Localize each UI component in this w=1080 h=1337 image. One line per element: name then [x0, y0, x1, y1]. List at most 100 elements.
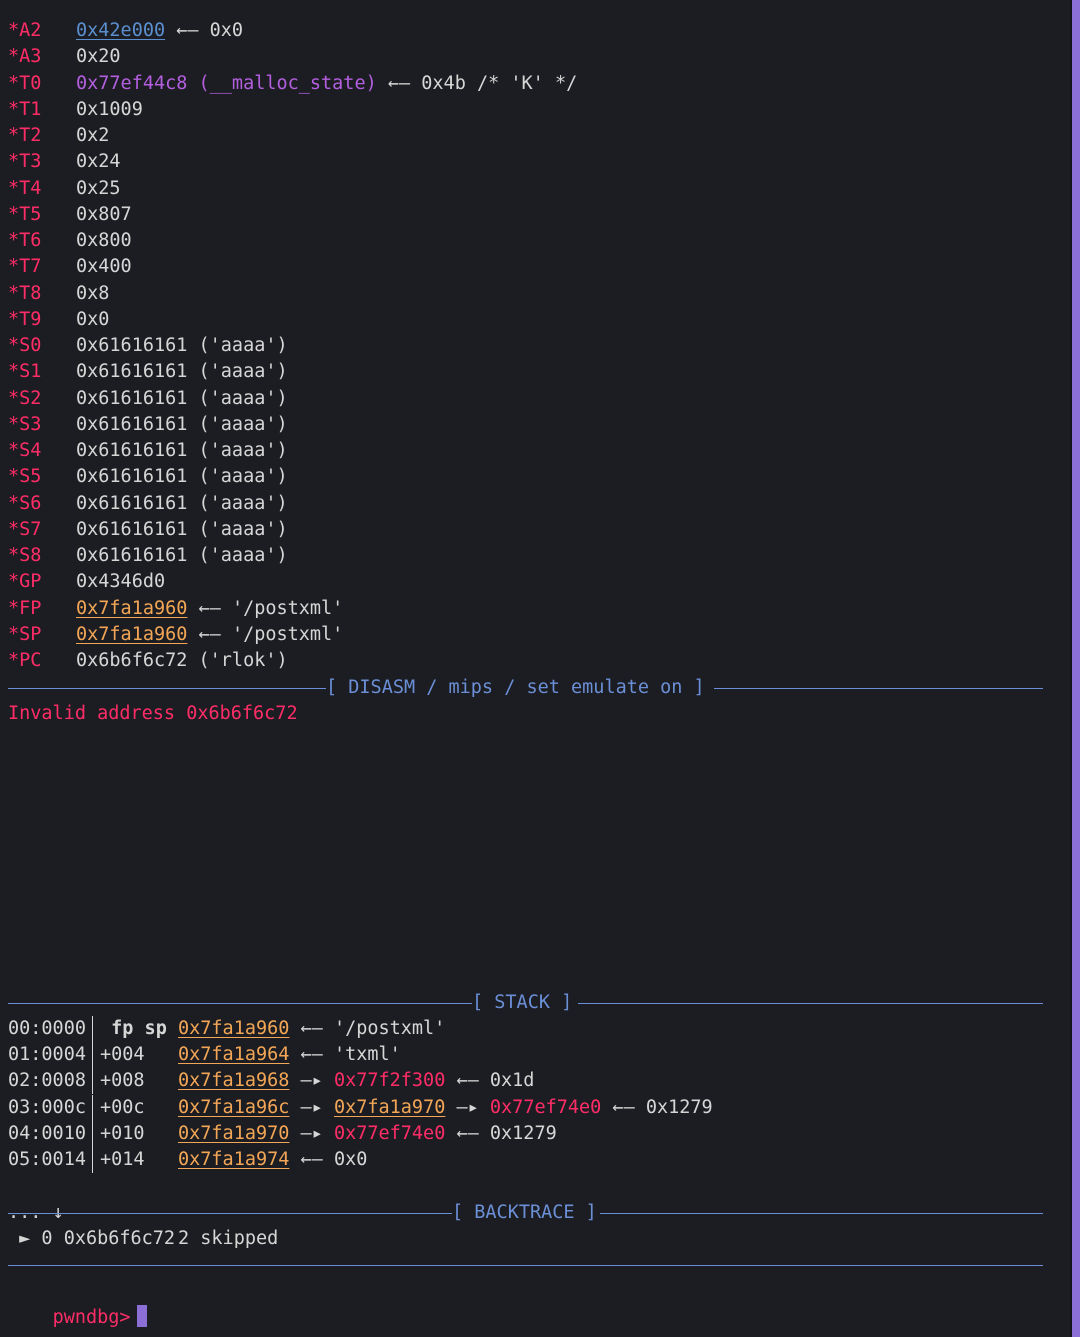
register-value: 0x2 [76, 125, 110, 146]
disasm-header: [ DISASM / mips / set emulate on ] [8, 675, 1043, 701]
register-value-line: 0x0 [76, 307, 109, 333]
register-value-line: 0x42e000 ←— 0x0 [76, 18, 243, 44]
register-value: 0x400 [76, 256, 132, 278]
register-value: 0x20 [76, 46, 121, 68]
register-name: *S7 [8, 518, 42, 540]
register-name: *PC [8, 650, 42, 671]
stack-deref-text: ←— '/postxml' [289, 1018, 446, 1039]
register-value-line: 0x61616161 ('aaaa') [76, 517, 288, 543]
stack-address[interactable]: 0x7fa1a970 [178, 1123, 289, 1144]
register-value: 0x6b6f6c72 ('rlok') [76, 650, 288, 671]
register-value-line: 0x2 [76, 123, 109, 149]
register-name: *T4 [8, 177, 42, 199]
register-value: 0x61616161 ('aaaa') [76, 387, 288, 409]
stack-relative-offset: +004 [100, 1044, 145, 1066]
stack-header: [ STACK ] [8, 990, 1043, 1016]
register-value-line: 0x1009 [76, 97, 143, 123]
register-value-line: 0x61616161 ('aaaa') [76, 464, 288, 490]
register-name: *S2 [8, 387, 42, 409]
stack-pointer-value[interactable]: 0x7fa1a970 [334, 1097, 445, 1118]
register-name: *T5 [8, 203, 42, 225]
stack-address[interactable]: 0x7fa1a968 [178, 1070, 289, 1091]
register-name: *T6 [8, 230, 42, 251]
stack-relative-offset: +00c [100, 1096, 145, 1118]
register-value: 0x61616161 ('aaaa') [76, 361, 288, 383]
stack-skipped-row: ... ↓ 2 skipped [8, 1174, 278, 1249]
register-value-line: 0x20 [76, 44, 121, 70]
stack-address[interactable]: 0x7fa1a974 [178, 1149, 289, 1170]
stack-pointer-value: 0x77ef74e0 [333, 1122, 446, 1144]
disasm-error-message: Invalid address 0x6b6f6c72 [8, 703, 298, 724]
stack-relative-offset: fp sp [100, 1018, 167, 1039]
stack-deref-text: ←— 0x1279 [601, 1096, 713, 1118]
stack-deref-text: —▸ [289, 1096, 334, 1118]
register-value: 0x61616161 ('aaaa') [76, 335, 288, 356]
backtrace-header: [ BACKTRACE ] [8, 1200, 1043, 1226]
register-deref: ←— 0x0 [165, 20, 244, 41]
stack-address[interactable]: 0x7fa1a96c [178, 1097, 289, 1118]
register-value[interactable]: 0x7fa1a960 [76, 624, 187, 645]
register-value-line: 0x61616161 ('aaaa') [76, 359, 288, 385]
register-value-line: 0x8 [76, 281, 109, 307]
register-name: *S8 [8, 545, 42, 566]
register-value-line: 0x7fa1a960 ←— '/postxml' [76, 596, 343, 622]
stack-divider [92, 1094, 93, 1121]
register-name: *T2 [8, 125, 42, 146]
register-name: *A2 [8, 20, 42, 41]
register-value: 0x61616161 ('aaaa') [76, 518, 288, 540]
disasm-title: [ DISASM / mips / set emulate on ] [326, 677, 705, 698]
stack-deref-text: ←— 0x0 [289, 1149, 368, 1170]
command-prompt[interactable]: pwndbg> [8, 1279, 147, 1328]
register-deref: ←— '/postxml' [187, 623, 344, 645]
register-value-line: 0x24 [76, 149, 121, 175]
register-name: *A3 [8, 46, 42, 68]
backtrace-title: [ BACKTRACE ] [452, 1202, 597, 1223]
register-value: 0x4346d0 [76, 571, 166, 593]
register-value[interactable]: 0x7fa1a960 [76, 598, 187, 619]
stack-entry: 0x7fa1a960 ←— '/postxml' [178, 1016, 445, 1042]
register-name: *S0 [8, 335, 42, 356]
context-divider [8, 1265, 1043, 1266]
stack-pointer-value: 0x77ef74e0 [489, 1096, 602, 1118]
register-value: 0x807 [76, 203, 132, 225]
stack-offset: 01:0004 [8, 1044, 86, 1066]
stack-address[interactable]: 0x7fa1a964 [178, 1044, 289, 1065]
stack-entry: 0x7fa1a970 —▸ 0x77ef74e0 ←— 0x1279 [178, 1121, 557, 1147]
terminal-window[interactable]: *A2 0x42e000 ←— 0x0 *A3 0x20 *T0 0x77ef44c8 (… [0, 0, 1070, 1337]
text-cursor [136, 1305, 147, 1327]
stack-divider [92, 1016, 93, 1042]
register-value-line: 0x400 [76, 254, 132, 280]
register-value: 0x61616161 ('aaaa') [76, 466, 288, 488]
register-value-line: 0x77ef44c8 (__malloc_state) ←— 0x4b /* '… [76, 71, 577, 97]
stack-entry: 0x7fa1a968 —▸ 0x77f2f300 ←— 0x1d [178, 1068, 534, 1094]
stack-deref-text: ←— 0x1d [445, 1070, 535, 1092]
stack-title: [ STACK ] [472, 992, 573, 1013]
stack-entry: 0x7fa1a96c —▸ 0x7fa1a970 —▸ 0x77ef74e0 ←… [178, 1095, 713, 1121]
register-value: 0x61616161 ('aaaa') [76, 413, 288, 435]
register-value: 0x24 [76, 151, 121, 173]
register-name: *T7 [8, 256, 42, 278]
stack-offset: 00:0000 [8, 1018, 86, 1039]
register-name: *GP [8, 571, 42, 593]
register-value-line: 0x800 [76, 228, 132, 254]
register-name: *S6 [8, 492, 42, 514]
register-value: 0x61616161 ('aaaa') [76, 440, 288, 461]
register-name: *T0 [8, 72, 42, 94]
register-value[interactable]: 0x42e000 [76, 20, 165, 41]
backtrace-entry: ► 0 0x6b6f6c72 [8, 1228, 176, 1249]
register-value-line: 0x61616161 ('aaaa') [76, 412, 288, 438]
register-value: 0x0 [76, 308, 110, 330]
stack-entry: 0x7fa1a974 ←— 0x0 [178, 1147, 367, 1173]
stack-divider [92, 1120, 93, 1147]
stack-divider [92, 1147, 93, 1173]
register-value: 0x77ef44c8 (__malloc_state) [76, 72, 377, 94]
register-value-line: 0x61616161 ('aaaa') [76, 543, 288, 569]
register-value-line: 0x807 [76, 202, 132, 228]
register-name: *FP [8, 597, 42, 619]
scrollbar[interactable] [1072, 0, 1080, 1337]
register-deref: ←— 0x4b /* 'K' */ [376, 72, 578, 94]
stack-address[interactable]: 0x7fa1a960 [178, 1018, 289, 1039]
stack-pointer-value: 0x77f2f300 [333, 1070, 446, 1092]
register-value-line: 0x61616161 ('aaaa') [76, 386, 288, 412]
stack-relative-offset: +010 [100, 1122, 145, 1144]
